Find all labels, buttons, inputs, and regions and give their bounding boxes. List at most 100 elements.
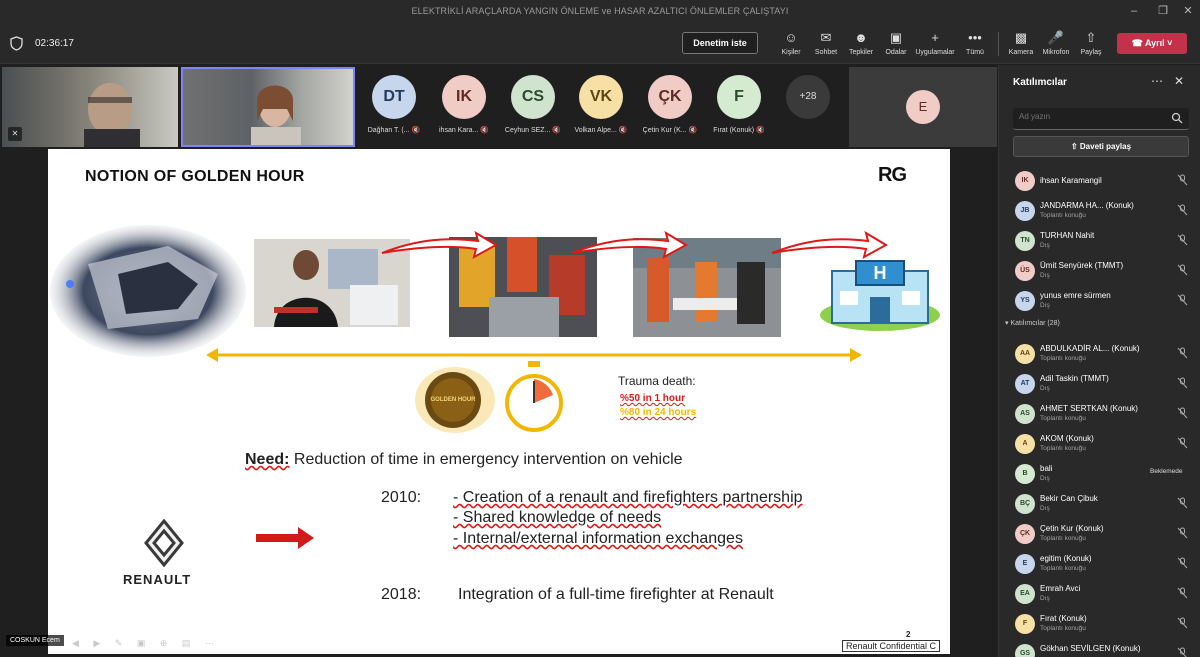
red-arrow-icon bbox=[571, 230, 689, 259]
meeting-timer: 02:36:17 bbox=[35, 38, 74, 49]
participant-tile[interactable]: IK ihsan Kara... 🔇 bbox=[429, 75, 499, 134]
mic-off-icon: 🔇 bbox=[756, 127, 765, 134]
participant-name: Ceyhun SEZ... bbox=[504, 127, 551, 134]
participant-name: Gökhan SEVİLGEN (Konuk) bbox=[1040, 644, 1141, 653]
need-text: Reduction of time in emergency intervent… bbox=[289, 451, 683, 468]
year-2018: 2018: bbox=[381, 586, 422, 603]
list-item[interactable]: B bali Dış Beklemede bbox=[1013, 461, 1199, 491]
need-statement: Need: Reduction of time in emergency int… bbox=[245, 451, 683, 469]
text-2018: Integration of a full-time firefighter a… bbox=[458, 586, 774, 603]
share-button[interactable]: ⇧ Paylaş bbox=[1071, 30, 1111, 56]
pinned-participant-tile[interactable]: E bbox=[849, 67, 997, 147]
reactions-button[interactable]: ☻ Tepkiler bbox=[841, 30, 881, 56]
participants-section-header[interactable]: ▾ Katılımcılar (28) bbox=[1005, 319, 1060, 327]
apps-button[interactable]: + Uygulamalar bbox=[915, 30, 955, 56]
list-item[interactable]: GS Gökhan SEVİLGEN (Konuk) bbox=[1013, 641, 1199, 657]
mic-off-icon bbox=[1177, 234, 1188, 246]
apps-icon: + bbox=[931, 30, 939, 45]
chat-button[interactable]: ✉ Sohbet bbox=[806, 30, 846, 56]
restore-icon[interactable]: ❐ bbox=[1155, 4, 1171, 18]
window-title-bar: ELEKTRİKLİ ARAÇLARDA YANGIN ÖNLEME ve HA… bbox=[0, 0, 1200, 24]
golden-hour-badge: GOLDEN HOUR bbox=[415, 367, 495, 433]
list-item[interactable]: ÇK Çetin Kur (Konuk) Toplantı konuğu bbox=[1013, 521, 1199, 551]
bullet-partnership: - Creation of a renault and firefighters… bbox=[453, 489, 803, 506]
list-item[interactable]: AA ABDULKADİR AL... (Konuk) Toplantı kon… bbox=[1013, 341, 1199, 371]
list-item[interactable]: YS yunus emre sürmen Dış bbox=[1013, 288, 1199, 318]
avatar: ÇK bbox=[648, 75, 692, 119]
stopwatch-icon bbox=[505, 361, 563, 432]
list-item[interactable]: TN TURHAN Nahit Dış bbox=[1013, 228, 1199, 258]
trauma-label: Trauma death: bbox=[618, 374, 696, 388]
list-item[interactable]: ÜS Ümit Senyürek (TMMT) Dış bbox=[1013, 258, 1199, 288]
share-screen-icon: ⇧ bbox=[1085, 30, 1097, 45]
chat-icon: ✉ bbox=[820, 30, 832, 45]
people-icon: ☺ bbox=[784, 30, 798, 45]
mic-off-icon: 🔇 bbox=[552, 127, 562, 134]
mic-off-icon bbox=[1177, 174, 1188, 186]
more-button[interactable]: ••• Tümü bbox=[955, 30, 995, 56]
close-icon[interactable]: ✕ bbox=[1174, 74, 1184, 88]
crashed-car-image bbox=[50, 225, 246, 357]
participant-tile[interactable]: DT Dağhan T. (... 🔇 bbox=[359, 75, 429, 134]
slide-title: NOTION OF GOLDEN HOUR bbox=[85, 168, 305, 185]
avatar: E bbox=[1015, 554, 1035, 574]
list-item[interactable]: A AKOM (Konuk) Toplantı konuğu bbox=[1013, 431, 1199, 461]
year-2010: 2010: bbox=[381, 489, 422, 506]
bullet-exchanges: - Internal/external information exchange… bbox=[453, 530, 743, 547]
participant-status: Dış bbox=[1040, 505, 1050, 512]
slideshow-controls[interactable]: ◀ ▶ ✎ ▣ ⊕ ▤ ⋯ bbox=[72, 638, 220, 649]
participant-status: Dış bbox=[1040, 595, 1050, 602]
video-tile-2[interactable] bbox=[181, 67, 355, 147]
search-input[interactable] bbox=[1019, 112, 1159, 121]
participant-tile[interactable]: F Fırat (Konuk) 🔇 bbox=[704, 75, 774, 134]
people-button[interactable]: ☺ Kişiler bbox=[771, 30, 811, 56]
list-item[interactable]: AT Adil Taskin (TMMT) Dış bbox=[1013, 371, 1199, 401]
rg-logo: RG bbox=[878, 164, 907, 186]
participant-name: egitim (Konuk) bbox=[1040, 554, 1092, 563]
participant-name: yunus emre sürmen bbox=[1040, 291, 1111, 300]
panel-title: Katılımcılar bbox=[1013, 77, 1067, 88]
microphone-button[interactable]: 🎤 Mikrofon bbox=[1036, 30, 1076, 56]
avatar: IK bbox=[1015, 171, 1035, 191]
avatar: B bbox=[1015, 464, 1035, 484]
mic-off-icon bbox=[1177, 407, 1188, 419]
list-item[interactable]: F Fırat (Konuk) Toplantı konuğu bbox=[1013, 611, 1199, 641]
participant-status: Dış bbox=[1040, 242, 1050, 249]
participant-tile[interactable]: CS Ceyhun SEZ... 🔇 bbox=[498, 75, 568, 134]
list-item[interactable]: AS AHMET SERTKAN (Konuk) Toplantı konuğu bbox=[1013, 401, 1199, 431]
more-options-icon[interactable]: ⋯ bbox=[1151, 74, 1163, 88]
list-item[interactable]: EA Emrah Avci Dış bbox=[1013, 581, 1199, 611]
meeting-toolbar: 02:36:17 Denetim iste ☺ Kişiler ✉ Sohbet… bbox=[0, 24, 1200, 64]
participant-status: Dış bbox=[1040, 302, 1050, 309]
participant-search[interactable] bbox=[1013, 108, 1189, 130]
participant-tile[interactable]: VK Volkan Alpe... 🔇 bbox=[566, 75, 636, 134]
minimize-icon[interactable]: – bbox=[1126, 4, 1142, 18]
video-tile-1[interactable]: ✕ bbox=[2, 67, 178, 147]
renault-logo-icon bbox=[144, 519, 184, 567]
participant-name: AKOM (Konuk) bbox=[1040, 434, 1094, 443]
list-item[interactable]: JB JANDARMA HA... (Konuk) Toplantı konuğ… bbox=[1013, 198, 1199, 228]
mic-off-icon: 🎤 bbox=[1047, 30, 1065, 45]
participant-name: Fırat (Konuk) bbox=[713, 127, 755, 134]
more-participants-button[interactable]: +28 bbox=[786, 75, 830, 119]
close-icon[interactable]: ✕ bbox=[1180, 4, 1196, 18]
participant-status: Toplantı konuğu bbox=[1040, 445, 1086, 452]
list-item[interactable]: BÇ Bekir Can Çibuk Dış bbox=[1013, 491, 1199, 521]
mic-off-icon: 🔇 bbox=[411, 127, 421, 134]
red-arrow-icon bbox=[256, 527, 314, 549]
chevron-down-icon: ▾ bbox=[1005, 320, 1009, 327]
avatar: YS bbox=[1015, 291, 1035, 311]
mic-off-icon bbox=[1177, 347, 1188, 359]
rooms-button[interactable]: ▣ Odalar bbox=[876, 30, 916, 56]
request-control-button[interactable]: Denetim iste bbox=[682, 32, 758, 54]
avatar: E bbox=[906, 90, 940, 124]
list-item[interactable]: E egitim (Konuk) Toplantı konuğu bbox=[1013, 551, 1199, 581]
need-label: Need: bbox=[245, 451, 290, 468]
participant-status: Toplantı konuğu bbox=[1040, 625, 1086, 632]
participant-tile[interactable]: ÇK Çetin Kur (K... 🔇 bbox=[635, 75, 705, 134]
camera-button[interactable]: ▩ Kamera bbox=[1001, 30, 1041, 56]
share-invite-button[interactable]: ⇧ Daveti paylaş bbox=[1013, 136, 1189, 157]
leave-button[interactable]: ☎ Ayrıl ˅ bbox=[1117, 33, 1187, 54]
participant-name: Volkan Alpe... bbox=[574, 127, 617, 134]
list-item[interactable]: IK ihsan Karamangil bbox=[1013, 168, 1199, 198]
